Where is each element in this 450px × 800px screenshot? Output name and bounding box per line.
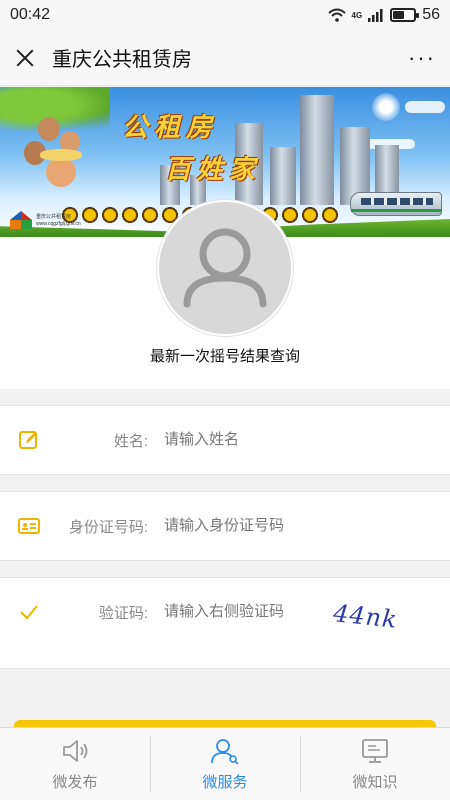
wifi-icon: [327, 8, 346, 22]
status-icons: 4G 56: [327, 6, 440, 24]
network-type: 4G: [351, 10, 363, 20]
tab-weizhishi[interactable]: 微知识: [300, 728, 450, 800]
name-label: 姓名:: [113, 433, 148, 450]
more-menu-button[interactable]: ···: [408, 45, 436, 71]
id-card-icon: [18, 518, 40, 534]
captcha-row: 验证码: 44nk: [0, 577, 450, 669]
banner-slogan-line2: 百姓家: [165, 155, 262, 185]
status-time: 00:42: [10, 6, 51, 23]
tab-label: 微知识: [352, 773, 398, 791]
captcha-label: 验证码:: [98, 605, 148, 622]
house-logo-icon: [10, 211, 32, 229]
monitor-icon: [362, 738, 388, 763]
page-title: 重庆公共租赁房: [52, 49, 192, 71]
check-icon: [20, 605, 38, 620]
edit-icon: [19, 431, 37, 449]
logo-text: 重庆公共租赁房: [36, 214, 72, 220]
avatar: [157, 200, 293, 336]
sun-decoration: [372, 93, 400, 121]
battery-icon: [390, 8, 420, 22]
speaker-icon: [63, 739, 88, 762]
housing-logo: 重庆公共租赁房 www.cqgzfglj.gov.cn: [10, 211, 86, 233]
title-bar: 重庆公共租赁房 ···: [0, 30, 450, 86]
building: [270, 147, 296, 205]
cloud-decoration: [405, 101, 445, 113]
banner-slogan-line1: 公租房: [122, 113, 219, 143]
bottom-tab-bar: 微发布 微服务 微知识: [0, 727, 450, 800]
name-input[interactable]: [164, 424, 364, 454]
captcha-image[interactable]: 44nk: [332, 599, 409, 639]
tab-label: 微服务: [202, 773, 248, 791]
logo-url: www.cqgzfglj.gov.cn: [36, 221, 81, 227]
tab-weifuwu[interactable]: 微服务: [150, 728, 300, 800]
profile-section: 最新一次摇号结果查询: [0, 200, 450, 389]
id-number-label: 身份证号码:: [68, 519, 148, 536]
tab-weifabu[interactable]: 微发布: [0, 728, 150, 800]
close-icon[interactable]: [14, 47, 36, 69]
battery-percent: 56: [422, 6, 440, 23]
light-rail-illustration: [350, 192, 442, 216]
user-service-icon: [211, 738, 239, 765]
profile-caption: 最新一次摇号结果查询: [149, 348, 300, 365]
captcha-input[interactable]: [164, 596, 324, 626]
id-number-input[interactable]: [164, 510, 364, 540]
name-row: 姓名:: [0, 405, 450, 475]
user-avatar-icon: [183, 228, 267, 308]
status-bar: 00:42 4G 56: [0, 0, 450, 30]
building: [300, 95, 334, 205]
people-illustration: [16, 117, 86, 197]
id-number-row: 身份证号码:: [0, 491, 450, 561]
tab-label: 微发布: [52, 773, 98, 791]
signal-icon: [368, 9, 383, 22]
